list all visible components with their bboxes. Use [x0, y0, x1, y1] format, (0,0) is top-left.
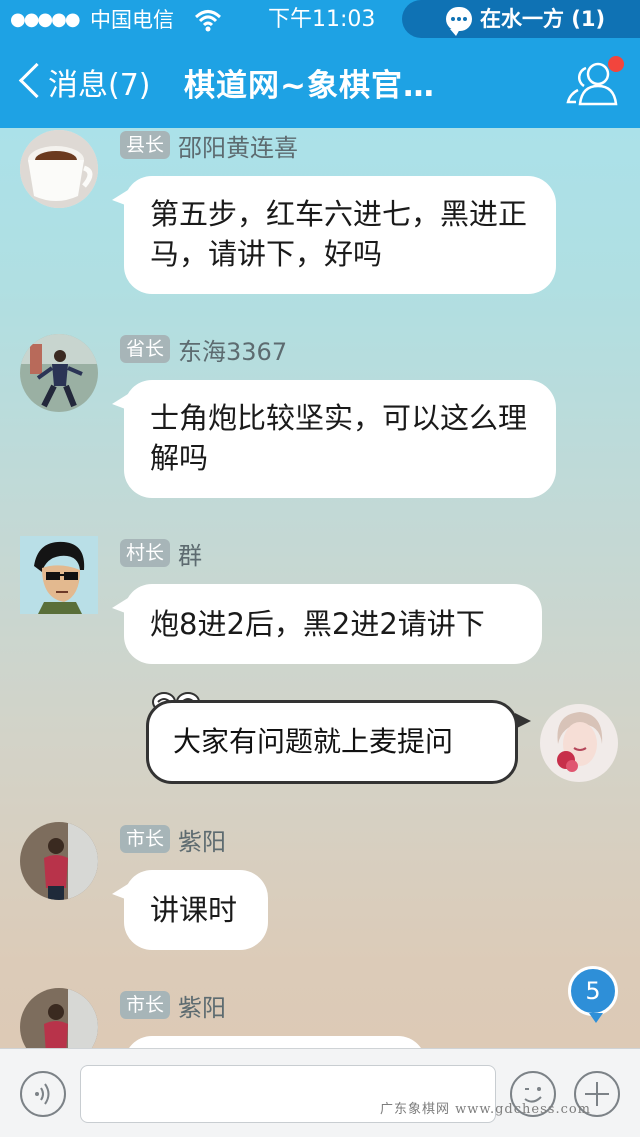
active-chat-pill[interactable]: 在水一方 (1): [402, 0, 640, 38]
sender-name[interactable]: 紫阳: [178, 822, 226, 857]
chat-bubble-icon: [446, 7, 472, 36]
rank-badge: 县长: [120, 131, 171, 159]
message-bubble[interactable]: 第五步，红车六进七，黑进正马，请讲下，好吗: [112, 176, 556, 294]
chat-message: 市长 紫阳: [0, 988, 640, 1048]
status-bar: ●●●●● 中国电信 下午11:03 在水一方 (1): [0, 0, 640, 40]
person-outdoor-avatar-image: [20, 334, 98, 412]
active-chat-label: 在水一方 (1): [480, 7, 606, 31]
signal-strength-icon: ●●●●●: [10, 9, 81, 30]
sender-info: 省长 东海3367: [120, 332, 287, 367]
wifi-icon: [195, 10, 221, 32]
person-waterfall-avatar-image: [20, 988, 98, 1048]
chat-message: 县长 邵阳黄连喜 第五步，红车六进七，黑进正马，请讲下，好吗: [0, 128, 640, 298]
woman-portrait-avatar-image: [540, 704, 618, 782]
back-button[interactable]: 消息(7): [48, 60, 151, 104]
sender-info: 县长 邵阳黄连喜: [120, 128, 298, 163]
sender-info: 村长 群: [120, 536, 202, 571]
cartoon-sunglasses-avatar-image: [20, 536, 98, 614]
navigation-bar: 消息(7) 棋道网~象棋官…: [0, 40, 640, 128]
my-avatar[interactable]: [540, 704, 618, 782]
sender-name[interactable]: 东海3367: [178, 332, 287, 367]
sender-info: 市长 紫阳: [120, 988, 226, 1023]
message-bubble[interactable]: 讲课时: [112, 870, 268, 950]
rank-badge: 省长: [120, 335, 171, 363]
input-bar: [0, 1048, 640, 1137]
avatar[interactable]: [20, 822, 98, 900]
message-bubble[interactable]: 炮8进2后，黑2进2请讲下: [112, 584, 542, 664]
voice-input-button[interactable]: [20, 1071, 66, 1117]
top-bar: ●●●●● 中国电信 下午11:03 在水一方 (1) 消息(7) 棋道网~象棋…: [0, 0, 640, 128]
rank-badge: 村长: [120, 539, 171, 567]
message-bubble[interactable]: 士角炮比较坚实，可以这么理解吗: [112, 380, 556, 498]
sender-info: 市长 紫阳: [120, 822, 226, 857]
chat-message: 市长 紫阳 讲课时: [0, 822, 640, 952]
clock: 下午11:03: [268, 7, 376, 32]
carrier-label: 中国电信: [90, 8, 174, 32]
sound-wave-icon: [35, 1083, 50, 1105]
my-message-bubble[interactable]: 大家有问题就上麦提问: [146, 700, 531, 784]
rank-badge: 市长: [120, 991, 171, 1019]
unread-count-badge[interactable]: 5: [568, 966, 618, 1023]
avatar[interactable]: [20, 334, 98, 412]
coffee-cup-avatar-image: [20, 130, 98, 208]
chat-message: 省长 东海3367 士角炮比较坚实，可以这么理解吗: [0, 332, 640, 502]
sender-name[interactable]: 紫阳: [178, 988, 226, 1023]
avatar[interactable]: [20, 536, 98, 614]
notification-dot: [608, 56, 624, 72]
sender-name[interactable]: 邵阳黄连喜: [178, 128, 298, 163]
avatar[interactable]: [20, 988, 98, 1048]
chat-message: 村长 群 炮8进2后，黑2进2请讲下: [0, 536, 640, 668]
sender-name[interactable]: 群: [178, 536, 202, 571]
avatar[interactable]: [20, 130, 98, 208]
chat-title: 棋道网~象棋官…: [184, 68, 435, 104]
rank-badge: 市长: [120, 825, 171, 853]
watermark-text: 广东象棋网 www.gdchess.com: [380, 1102, 592, 1117]
message-bubble[interactable]: [124, 1036, 426, 1048]
person-waterfall-avatar-image: [20, 822, 98, 900]
